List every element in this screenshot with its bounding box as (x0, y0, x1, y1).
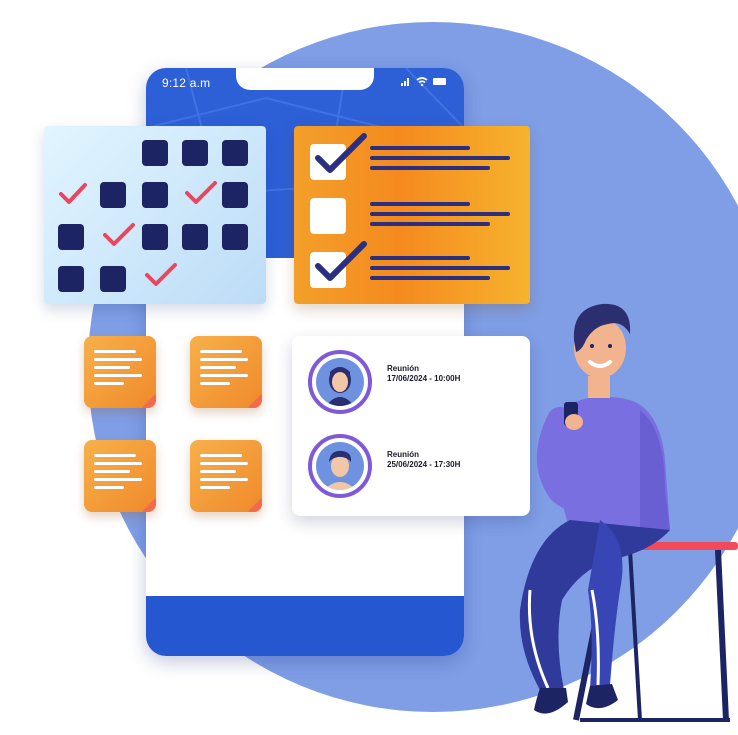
sticky-note (190, 440, 262, 512)
meeting-title: Reunión (387, 364, 419, 373)
phone-bottom-bar (146, 596, 464, 656)
task-text-line (370, 146, 470, 150)
task-text-line (370, 266, 510, 270)
calendar-day (100, 266, 126, 292)
calendar-day (142, 224, 168, 250)
task-text-line (370, 256, 470, 260)
check-mark-icon (103, 223, 135, 246)
meeting-datetime: 25/06/2024 - 17:30H (387, 460, 461, 469)
meeting-datetime: 17/06/2024 - 10:00H (387, 374, 461, 383)
task-text-line (370, 276, 490, 280)
task-text-line (370, 156, 510, 160)
signal-bars-icon (401, 78, 409, 86)
calendar-day (182, 224, 208, 250)
meeting-title: Reunión (387, 450, 419, 459)
calendar-day (142, 182, 168, 208)
phone-notch (236, 68, 374, 90)
task-text-line (370, 166, 490, 170)
calendar-day (100, 182, 126, 208)
check-mark-icon (59, 183, 87, 204)
check-mark-icon (145, 263, 177, 286)
calendar-card (44, 126, 266, 304)
wifi-icon (416, 77, 428, 86)
meeting-avatar (308, 350, 372, 414)
check-mark-icon (315, 241, 367, 281)
calendar-day (58, 266, 84, 292)
calendar-day (222, 140, 248, 166)
task-text-line (370, 212, 510, 216)
task-checklist-card (294, 126, 530, 304)
meeting-avatar (308, 434, 372, 498)
sticky-note (190, 336, 262, 408)
woman-avatar-icon (326, 367, 354, 406)
calendar-day (182, 140, 208, 166)
battery-icon (433, 78, 446, 85)
sticky-note (84, 336, 156, 408)
calendar-day (222, 182, 248, 208)
task-text-line (370, 202, 470, 206)
task-text-line (370, 222, 490, 226)
status-icons (401, 77, 446, 86)
status-time: 9:12 a.m (162, 76, 211, 90)
illustration-scene: 9:12 a.m Reunión 17/06/2024 - 10:00H Reu… (0, 0, 738, 735)
man-avatar-icon (324, 450, 356, 490)
calendar-day (222, 224, 248, 250)
calendar-day (142, 140, 168, 166)
man-sitting-illustration (519, 303, 738, 722)
check-mark-icon (185, 181, 217, 204)
calendar-day (58, 224, 84, 250)
task-checkbox[interactable] (310, 198, 346, 234)
check-mark-icon (315, 133, 367, 173)
sticky-note (84, 440, 156, 512)
